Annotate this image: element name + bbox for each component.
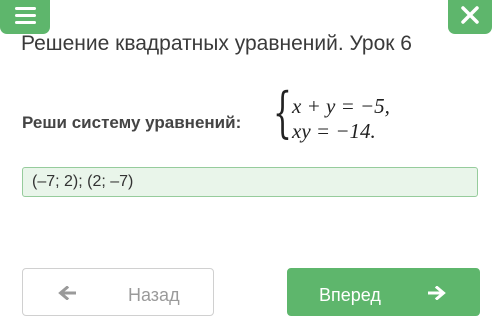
arrow-right-icon [428, 286, 446, 300]
forward-button-label: Вперед [319, 285, 381, 305]
forward-button[interactable]: Вперед [287, 268, 480, 316]
task-label: Реши систему уравнений: [22, 113, 242, 132]
close-icon [461, 6, 479, 24]
brace-icon: { [273, 81, 292, 144]
equation-system: { x + y = −5, xy = −14. [273, 86, 423, 150]
back-button[interactable]: Назад [22, 268, 214, 316]
back-button-label: Назад [128, 285, 180, 305]
menu-button[interactable] [0, 0, 50, 34]
arrow-left-icon [58, 286, 76, 300]
close-button[interactable] [448, 0, 492, 34]
answer-field[interactable]: (–7; 2); (2; –7) [22, 167, 478, 197]
equation-1: x + y = −5, [292, 94, 390, 118]
page-title: Решение квадратных уравнений. Урок 6 [21, 32, 412, 55]
equation-2: xy = −14. [292, 119, 376, 143]
